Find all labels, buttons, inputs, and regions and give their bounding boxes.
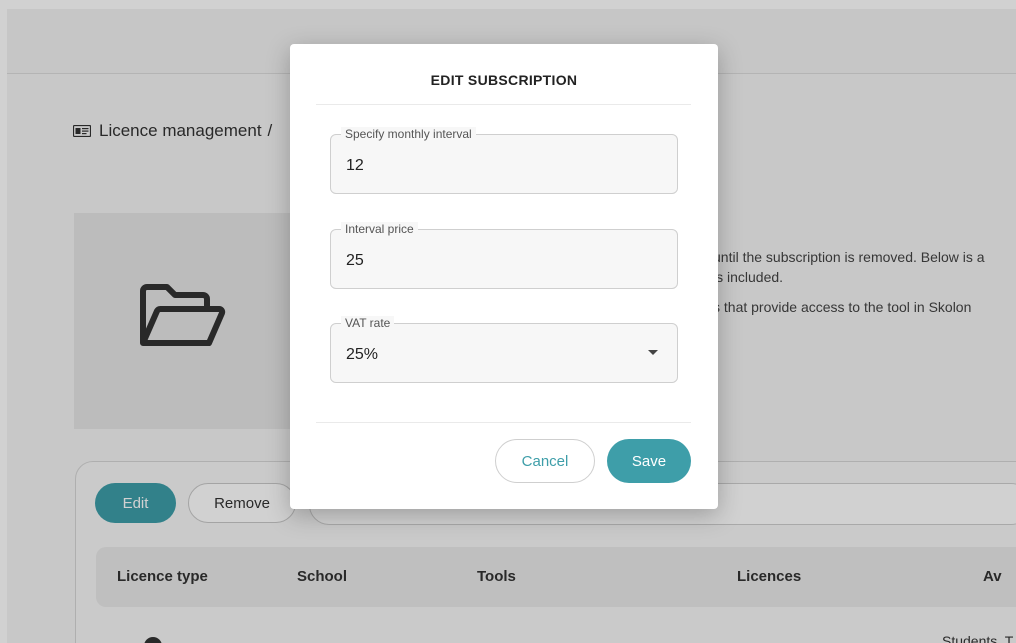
field-value[interactable]: 25%	[346, 346, 378, 364]
cancel-button[interactable]: Cancel	[495, 439, 595, 483]
divider	[316, 422, 691, 423]
save-button[interactable]: Save	[607, 439, 691, 483]
vat-rate-select[interactable]: VAT rate 25%	[330, 316, 678, 383]
dialog-title: EDIT SUBSCRIPTION	[430, 72, 578, 88]
field-label: Specify monthly interval	[341, 127, 476, 141]
edit-subscription-dialog: EDIT SUBSCRIPTION Specify monthly interv…	[290, 44, 718, 509]
divider	[316, 104, 691, 105]
monthly-interval-field[interactable]: Specify monthly interval 12	[330, 127, 678, 194]
field-value[interactable]: 12	[346, 157, 364, 175]
field-label: VAT rate	[341, 316, 395, 330]
field-label: Interval price	[341, 222, 418, 236]
field-value[interactable]: 25	[346, 252, 364, 270]
interval-price-field[interactable]: Interval price 25	[330, 222, 678, 289]
caret-down-icon[interactable]	[648, 350, 658, 355]
